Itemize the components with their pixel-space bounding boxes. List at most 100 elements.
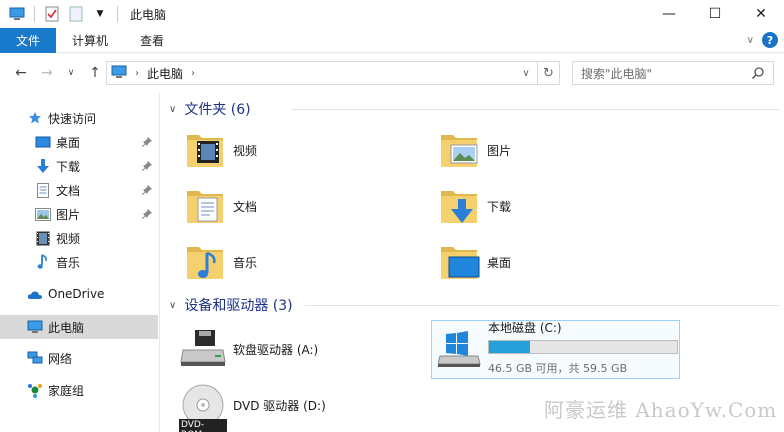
search-placeholder: 搜索"此电脑" (581, 66, 653, 81)
disk-usage-bar (488, 340, 678, 354)
computer-icon (8, 5, 26, 23)
sidebar-item-label: 文档 (56, 183, 81, 198)
sidebar-item-onedrive[interactable]: OneDrive (0, 282, 158, 306)
sidebar-item-videos[interactable]: 视频 (0, 226, 158, 250)
group-divider (291, 109, 779, 110)
up-arrow-icon[interactable]: ↑ (84, 62, 106, 84)
breadcrumb-arrow-icon[interactable]: › (191, 68, 195, 79)
network-icon (26, 349, 44, 367)
sidebar-item-homegroup[interactable]: 家庭组 (0, 378, 158, 402)
collapse-chevron-icon[interactable]: ∨ (169, 104, 176, 115)
ribbon-right-controls: ∨ ? (747, 32, 778, 48)
folder-item[interactable]: 音乐 (183, 237, 403, 287)
back-arrow-icon[interactable]: ← (10, 62, 32, 84)
collapse-chevron-icon[interactable]: ∨ (169, 300, 176, 311)
disk-usage-fill (489, 341, 531, 353)
disk-free-text: 46.5 GB 可用，共 59.5 GB (488, 362, 628, 375)
tab-view[interactable]: 查看 (124, 28, 180, 53)
folder-item[interactable]: 桌面 (437, 237, 657, 287)
properties-icon[interactable] (43, 5, 61, 23)
sidebar-item-label: 图片 (56, 207, 81, 222)
folder-label: 桌面 (487, 255, 512, 270)
document-icon (34, 181, 52, 199)
help-icon[interactable]: ? (762, 32, 778, 48)
sidebar-item-documents[interactable]: 文档 (0, 178, 158, 202)
maximize-button[interactable]: ☐ (692, 0, 738, 28)
sidebar-item-label: 视频 (56, 231, 81, 246)
folder-item[interactable]: 视频 (183, 125, 403, 175)
folder-label: 音乐 (233, 255, 258, 270)
pictures-folder-icon (437, 127, 481, 174)
folder-label: 视频 (233, 143, 258, 158)
drive-item-dvd[interactable]: DVD-ROM DVD 驱动器 (D:) (179, 383, 419, 432)
watermark: 阿豪运维 AhaoYw.Com (544, 398, 778, 422)
picture-icon (34, 205, 52, 223)
customize-toolbar-icon[interactable]: ▼ (91, 5, 109, 23)
floppy-drive-icon (179, 328, 227, 371)
sidebar-item-label: 网络 (48, 351, 73, 366)
new-folder-icon[interactable] (67, 5, 85, 23)
toolbar-divider (117, 6, 118, 22)
film-icon (34, 229, 52, 247)
pin-icon[interactable] (141, 160, 152, 174)
refresh-icon[interactable]: ↻ (538, 61, 560, 85)
downloads-folder-icon (437, 183, 481, 230)
desktop-icon (34, 133, 52, 151)
video-folder-icon (183, 127, 227, 174)
documents-folder-icon (183, 183, 227, 230)
drive-item-floppy[interactable]: 软盘驱动器 (A:) (179, 325, 419, 373)
drive-item-local-c[interactable]: 本地磁盘 (C:) 46.5 GB 可用，共 59.5 GB (431, 320, 680, 379)
search-input[interactable]: 搜索"此电脑" (572, 61, 774, 85)
sidebar-item-label: OneDrive (48, 287, 105, 301)
homegroup-icon (26, 381, 44, 399)
sidebar-item-this-pc[interactable]: 此电脑 (0, 315, 158, 339)
folder-item[interactable]: 下载 (437, 181, 657, 231)
sidebar-item-pictures[interactable]: 图片 (0, 202, 158, 226)
pin-icon[interactable] (141, 136, 152, 150)
folder-label: 文档 (233, 199, 258, 214)
pin-icon[interactable] (141, 184, 152, 198)
sidebar-item-label: 家庭组 (48, 383, 85, 398)
sidebar-item-label: 桌面 (56, 135, 81, 150)
folder-label: 下载 (487, 199, 512, 214)
address-dropdown-icon[interactable]: ∨ (515, 61, 537, 85)
sidebar-item-quick-access[interactable]: 快速访问 (0, 106, 158, 130)
sidebar-item-music[interactable]: 音乐 (0, 250, 158, 274)
sidebar-item-downloads[interactable]: 下载 (0, 154, 158, 178)
close-button[interactable]: ✕ (738, 0, 784, 28)
window-controls: — ☐ ✕ (646, 0, 784, 28)
sidebar-item-network[interactable]: 网络 (0, 346, 158, 370)
pin-icon[interactable] (141, 208, 152, 222)
toolbar-divider (34, 6, 35, 22)
minimize-button[interactable]: — (646, 0, 692, 28)
forward-arrow-icon[interactable]: → (36, 62, 58, 84)
desktop-folder-icon (437, 239, 481, 286)
address-bar[interactable]: › 此电脑 › (106, 61, 538, 85)
breadcrumb-arrow-icon[interactable]: › (135, 68, 139, 79)
sidebar-item-label: 此电脑 (48, 320, 85, 335)
tab-file[interactable]: 文件 (0, 27, 56, 53)
sidebar-item-label: 快速访问 (48, 111, 97, 126)
folder-label: 图片 (487, 143, 512, 158)
breadcrumb[interactable]: 此电脑 (147, 65, 183, 82)
ribbon-tabs: 文件 计算机 查看 ∨ ? (0, 27, 784, 53)
cloud-icon (26, 285, 44, 303)
devices-group-header[interactable]: ∨ 设备和驱动器 (3) (169, 295, 779, 315)
star-icon (26, 109, 44, 127)
windows-drive-icon (437, 328, 482, 371)
search-icon (751, 66, 765, 83)
expand-ribbon-icon[interactable]: ∨ (747, 35, 754, 46)
computer-icon (111, 65, 127, 82)
quick-access-toolbar: ▼ (0, 0, 120, 28)
recent-locations-icon[interactable]: ∨ (60, 62, 82, 84)
drive-label: 本地磁盘 (C:) (488, 321, 562, 335)
download-arrow-icon (34, 157, 52, 175)
window-title: 此电脑 (130, 7, 167, 22)
folder-item[interactable]: 图片 (437, 125, 657, 175)
title-bar: ▼ 此电脑 — ☐ ✕ (0, 0, 784, 28)
tab-computer[interactable]: 计算机 (56, 28, 124, 53)
group-divider (305, 305, 779, 306)
sidebar-item-desktop[interactable]: 桌面 (0, 130, 158, 154)
folder-item[interactable]: 文档 (183, 181, 403, 231)
folders-group-header[interactable]: ∨ 文件夹 (6) (169, 99, 779, 119)
